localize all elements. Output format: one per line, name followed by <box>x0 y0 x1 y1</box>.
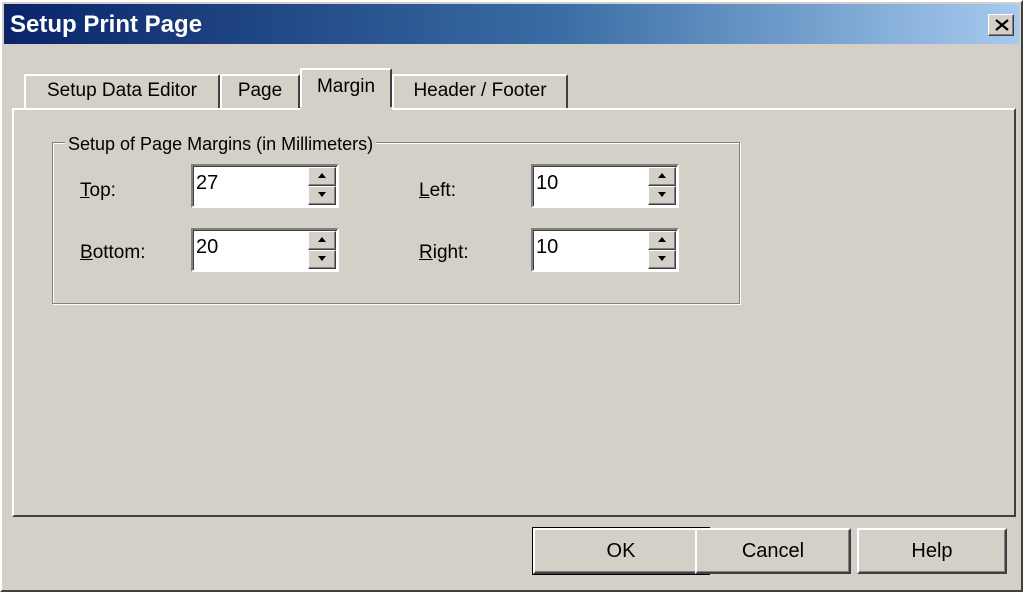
tab-label: Setup Data Editor <box>47 80 197 101</box>
right-label-mnemonic: R <box>419 242 433 263</box>
top-margin-input[interactable] <box>196 168 296 198</box>
group-caption: Setup of Page Margins (in Millimeters) <box>65 134 377 154</box>
tab-label: Header / Footer <box>413 80 547 101</box>
close-button[interactable] <box>988 14 1014 36</box>
left-label-text: eft: <box>429 180 456 201</box>
left-margin-spinner[interactable] <box>531 164 679 208</box>
top-margin-spinner[interactable] <box>191 164 339 208</box>
right-label: Right: <box>419 242 469 264</box>
arrow-up-icon <box>318 173 326 178</box>
right-margin-spinner[interactable] <box>531 228 679 272</box>
tab-label: Page <box>237 80 283 101</box>
window-title: Setup Print Page <box>10 11 203 38</box>
arrow-down-icon <box>658 256 666 261</box>
bottom-margin-spinner[interactable] <box>191 228 339 272</box>
close-icon <box>995 19 1009 31</box>
right-label-text: ight: <box>432 242 469 263</box>
bottom-margin-input[interactable] <box>196 232 296 262</box>
left-label: Left: <box>419 180 456 202</box>
ok-button[interactable]: OK <box>532 527 710 575</box>
left-spin-down-button[interactable] <box>648 186 676 205</box>
top-spin-down-button[interactable] <box>308 186 336 205</box>
setup-print-page-dialog: Setup Print Page Setup Data Editor Page … <box>0 0 1023 592</box>
title-bar[interactable]: Setup Print Page <box>4 4 1019 44</box>
help-button[interactable]: Help <box>857 528 1007 574</box>
arrow-up-icon <box>658 173 666 178</box>
right-margin-input[interactable] <box>536 232 636 262</box>
left-margin-input[interactable] <box>536 168 636 198</box>
tab-setup-data-editor[interactable]: Setup Data Editor <box>24 74 220 108</box>
bottom-label: Bottom: <box>80 242 146 264</box>
bottom-label-mnemonic: B <box>80 242 93 263</box>
left-label-mnemonic: L <box>419 180 430 201</box>
bottom-spin-up-button[interactable] <box>308 231 336 250</box>
cancel-button[interactable]: Cancel <box>695 528 851 574</box>
top-label: Top: <box>80 180 116 202</box>
bottom-label-text: ottom: <box>92 242 146 263</box>
tab-margin[interactable]: Margin <box>300 68 392 113</box>
arrow-down-icon <box>318 192 326 197</box>
tab-label: Margin <box>316 76 376 97</box>
arrow-up-icon <box>318 237 326 242</box>
arrow-up-icon <box>658 237 666 242</box>
top-spin-up-button[interactable] <box>308 167 336 186</box>
top-label-mnemonic: T <box>80 180 90 201</box>
arrow-down-icon <box>318 256 326 261</box>
tab-header-footer[interactable]: Header / Footer <box>392 74 568 108</box>
arrow-down-icon <box>658 192 666 197</box>
tab-page[interactable]: Page <box>220 74 300 108</box>
left-spin-up-button[interactable] <box>648 167 676 186</box>
right-spin-up-button[interactable] <box>648 231 676 250</box>
right-spin-down-button[interactable] <box>648 250 676 269</box>
bottom-spin-down-button[interactable] <box>308 250 336 269</box>
top-label-text: op: <box>89 180 116 201</box>
